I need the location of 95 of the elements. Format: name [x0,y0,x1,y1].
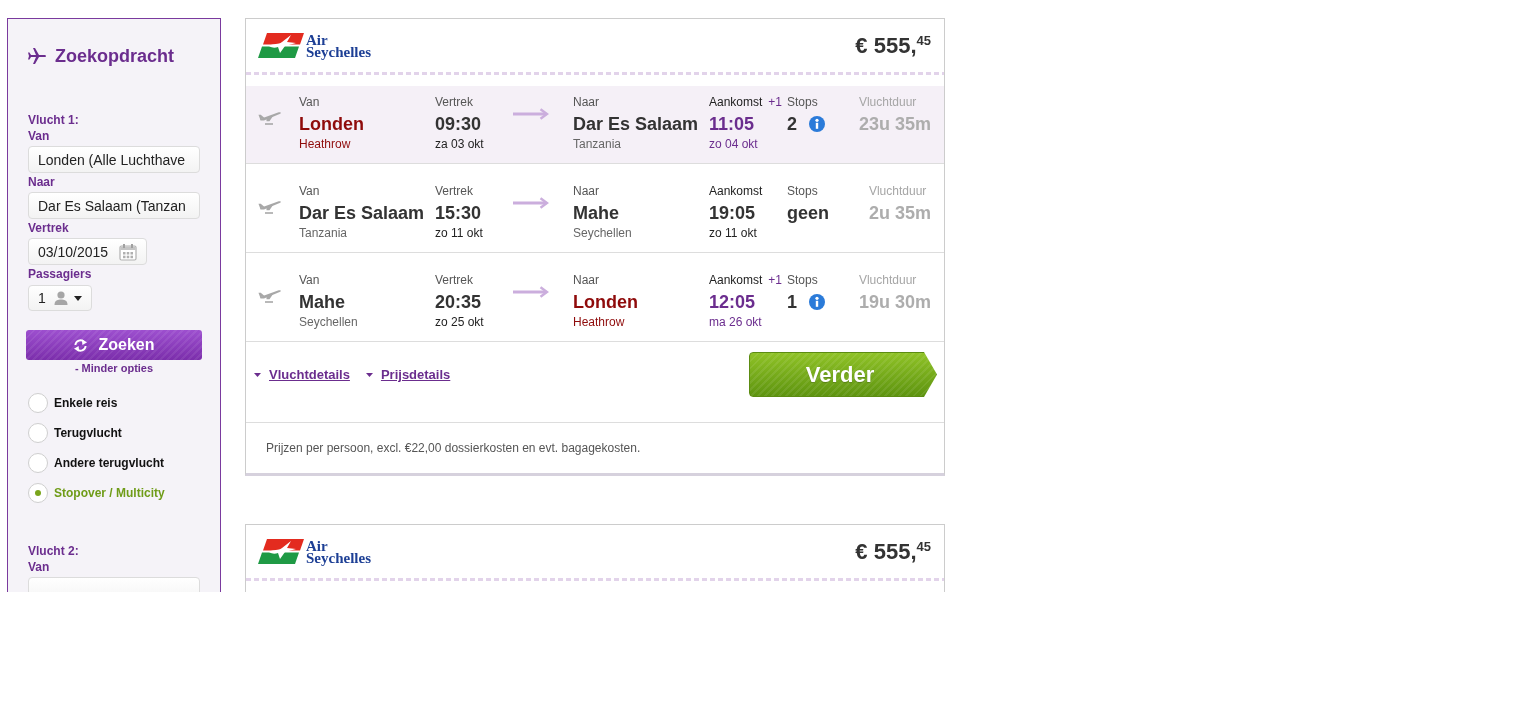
column-label: Stops [787,95,818,109]
column-label: Vertrek [435,95,473,109]
calendar-icon[interactable] [119,242,138,261]
input-field[interactable]: Dar Es Salaam (Tanzan [28,192,200,219]
stop-count: geen [787,202,829,225]
arrival-date: zo 11 okt [709,225,757,241]
place-name: Tanzania [573,136,622,152]
caret-icon [365,372,373,377]
details-link[interactable]: Vluchtdetails [254,367,350,382]
flight-heading: Vlucht 2: [28,544,79,558]
flight-duration: 23u 35m [858,113,931,136]
city-name: Londen [573,291,638,314]
arrow-icon [513,108,549,120]
column-label: Aankomst [709,95,763,109]
place-name: Heathrow [573,314,625,330]
panel-title: Zoekopdracht [55,45,174,67]
date-field[interactable]: 03/10/2015 [28,238,147,265]
field-label: Passagiers [28,267,92,281]
column-label: Van [299,95,320,109]
info-icon[interactable] [809,294,825,310]
column-label: Vertrek [435,184,473,198]
departure-date: za 03 okt [435,136,484,152]
departure-date: zo 11 okt [435,225,483,241]
day-offset: +1 [768,95,783,111]
options-link[interactable]: - Minder opties [74,362,154,374]
arrow-icon [513,197,549,209]
flight-duration: 2u 35m [868,202,931,225]
person-icon [53,291,68,305]
input-field[interactable]: Londen (Alle Luchthave [28,146,200,173]
flight-heading: Vlucht 1: [28,113,79,127]
airline-name: Air Seychelles [306,33,371,58]
column-label: Naar [573,273,599,287]
column-label: Van [299,184,320,198]
plane-icon [258,200,282,214]
radio-label[interactable]: Andere terugvlucht [54,456,164,470]
place-name: Seychellen [573,225,632,241]
price: € 555,$^{45}$ [855,32,931,59]
arrow-icon [513,286,549,298]
info-icon[interactable] [809,116,825,132]
column-label: Vluchtduur [858,95,917,109]
plane-icon [258,111,282,125]
caret-icon [254,372,261,377]
airline-name: Air Seychelles [306,539,371,564]
plane-icon [258,289,282,303]
bird-flag-icon [258,539,304,564]
arrival-time: 12:05 [709,291,756,314]
stop-count: 2 [787,113,797,136]
column-label: Aankomst [709,184,763,198]
city-name: Mahe [299,291,345,314]
radio-label[interactable]: Enkele reis [54,396,118,410]
arrival-time: 11:05 [709,113,755,136]
bird-flag-icon [258,33,304,58]
column-label: Aankomst [709,273,763,287]
column-label: Naar [573,95,599,109]
column-label: Stops [787,273,818,287]
details-link[interactable]: Prijsdetails [365,367,451,382]
column-label: Vertrek [435,273,473,287]
field-label: Van [28,560,50,574]
passenger-dropdown[interactable]: 1 [28,285,92,311]
column-label: Vluchtduur [858,273,917,287]
city-name: Dar Es Salaam [299,202,425,225]
stop-count: 1 [787,291,797,314]
field-label: Vertrek [28,221,69,235]
place-name: Tanzania [299,225,348,241]
departure-date: zo 25 okt [435,314,484,330]
airplane-icon [28,48,46,64]
departure-time: 09:30 [435,113,482,136]
arrival-time: 19:05 [709,202,756,225]
price-note: Prijzen per persoon, excl. €22,00 dossierkosten en evt. bagagekosten. [266,441,641,455]
radio-button[interactable] [28,483,48,503]
column-label: Naar [573,184,599,198]
radio-button[interactable] [28,423,48,443]
column-label: Van [299,273,320,287]
search-button[interactable]: Zoeken [26,330,202,360]
field-label: Naar [28,175,55,189]
city-name: Dar Es Salaam [573,113,699,136]
radio-button[interactable] [28,393,48,413]
departure-time: 20:35 [435,291,482,314]
price: € 555,$^{45}$ [855,538,931,565]
radio-label[interactable]: Terugvlucht [54,426,122,440]
column-label: Vluchtduur [868,184,927,198]
city-name: Mahe [573,202,619,225]
departure-time: 15:30 [435,202,482,225]
arrival-date: zo 04 okt [709,136,758,152]
arrival-date: ma 26 okt [709,314,762,330]
flight-duration: 19u 30m [858,291,931,314]
place-name: Seychellen [299,314,358,330]
place-name: Heathrow [299,136,351,152]
column-label: Stops [787,184,818,198]
city-name: Londen [299,113,364,136]
day-offset: +1 [768,273,783,289]
caret-icon [73,295,82,301]
refresh-icon [73,337,89,353]
field-label: Van [28,129,50,143]
radio-button[interactable] [28,453,48,473]
